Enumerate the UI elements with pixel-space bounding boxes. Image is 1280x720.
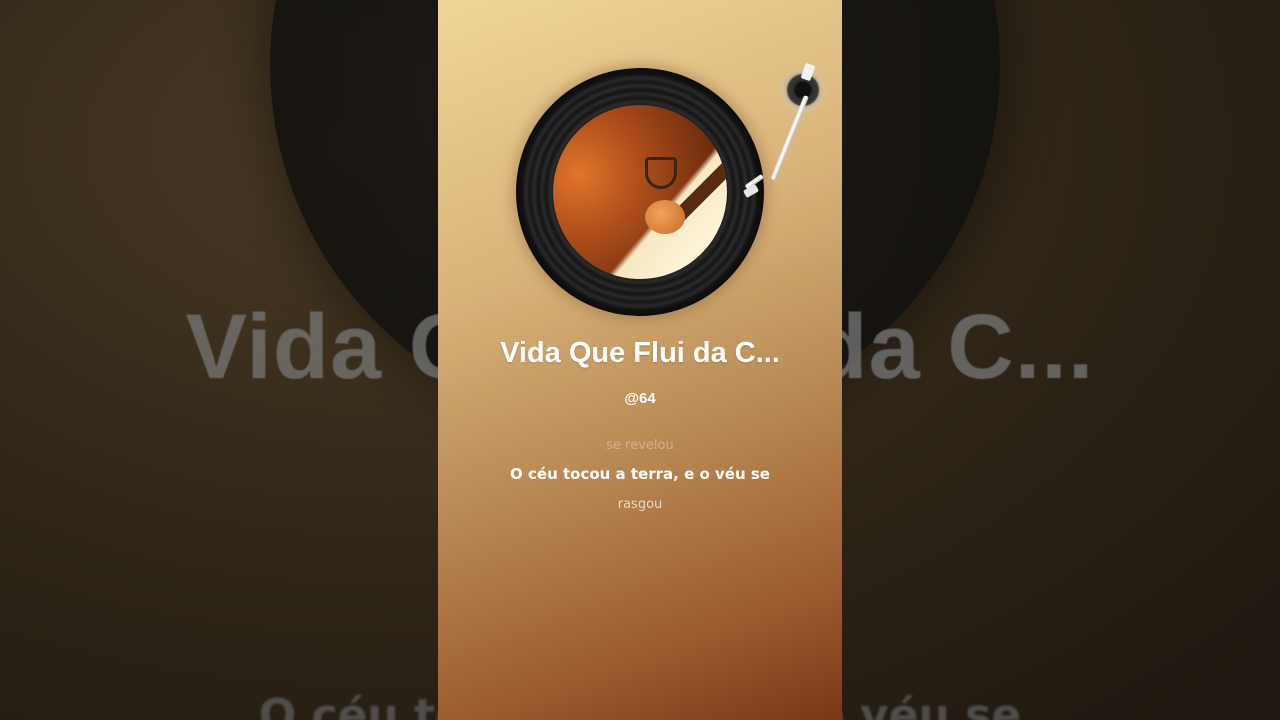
artwork-orb <box>645 200 685 234</box>
lyric-previous-line: se revelou <box>606 438 674 453</box>
music-player-panel: Vida Que Flui da C... @64 se revelou O c… <box>438 0 842 720</box>
artwork-lamp <box>645 157 677 189</box>
vinyl-record-icon <box>516 68 764 316</box>
album-artwork <box>553 105 727 279</box>
song-title: Vida Que Flui da C... <box>500 337 780 369</box>
lyric-next-line: rasgou <box>617 497 663 512</box>
artist-name: @64 <box>624 390 656 407</box>
lyric-current-line: O céu tocou a terra, e o véu se <box>510 465 770 483</box>
